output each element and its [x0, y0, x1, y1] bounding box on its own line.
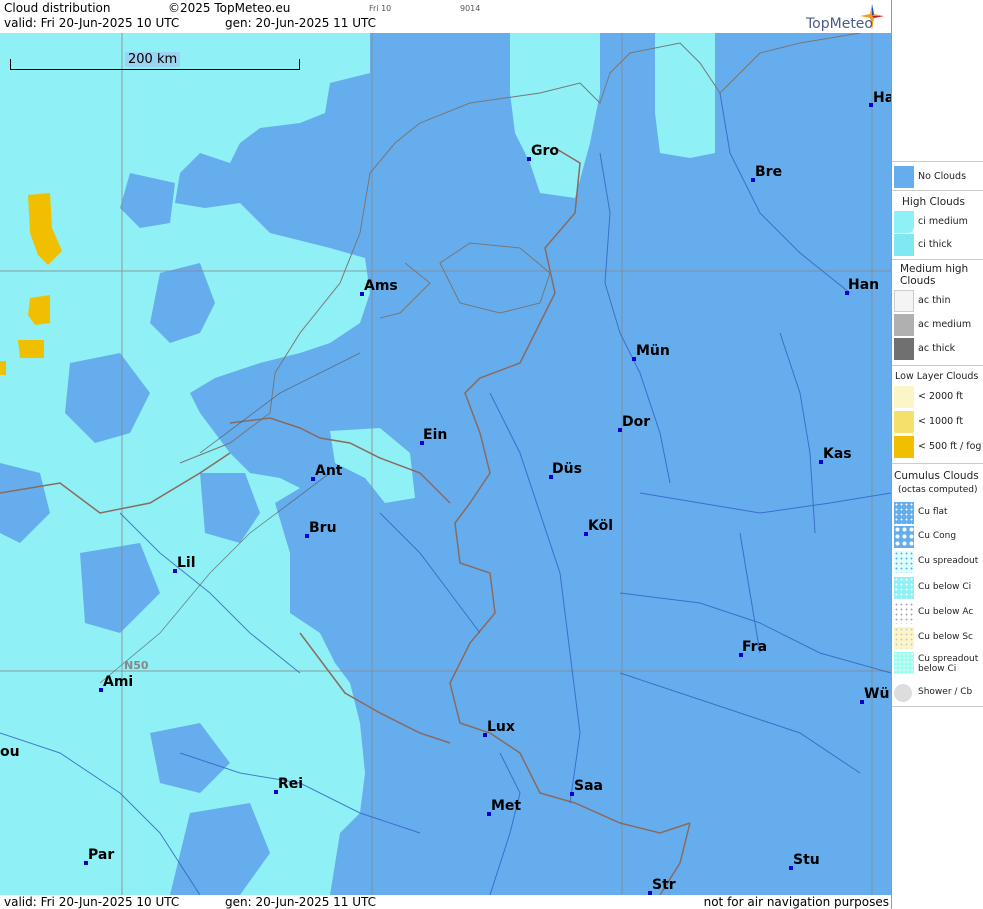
- legend-lt2000: < 2000 ft: [892, 386, 983, 408]
- legend-ci-medium: ci medium: [892, 211, 983, 233]
- city-label[interactable]: ou: [0, 744, 20, 760]
- logo-text: TopMeteo: [806, 16, 873, 32]
- city-label[interactable]: Köl: [588, 518, 613, 534]
- footer-valid: valid: Fri 20-Jun-2025 10 UTC: [4, 895, 180, 909]
- legend-ac-thin: ac thin: [892, 290, 983, 312]
- legend-header-high: High Clouds: [902, 196, 965, 208]
- legend-swatch: [894, 551, 914, 573]
- legend-swatch: [894, 436, 914, 458]
- city-label[interactable]: Saa: [574, 778, 603, 794]
- city-label[interactable]: Stu: [793, 852, 820, 868]
- city-label[interactable]: Ant: [315, 463, 343, 479]
- legend-swatch: [894, 411, 914, 433]
- legend-swatch: [894, 502, 914, 524]
- city-label[interactable]: Düs: [552, 461, 582, 477]
- city-label[interactable]: Dor: [622, 414, 650, 430]
- legend-header-cumulus: Cumulus Clouds: [894, 470, 979, 482]
- city-label[interactable]: Met: [491, 798, 521, 814]
- legend-swatch: [894, 526, 914, 548]
- topmeteo-logo: TopMeteo: [792, 2, 887, 32]
- city-label[interactable]: Wü: [864, 686, 889, 702]
- header-bar: Cloud distribution ©2025 TopMeteo.eu Fri…: [0, 0, 891, 33]
- cloud-layer: [0, 33, 891, 895]
- city-label[interactable]: Mün: [636, 343, 670, 359]
- city-label[interactable]: Fra: [742, 639, 767, 655]
- city-label[interactable]: Ha: [873, 90, 891, 106]
- legend-swatch: [894, 652, 914, 674]
- scale-label: 200 km: [125, 52, 181, 67]
- legend-swatch: [894, 386, 914, 408]
- cloud-map[interactable]: 200 km N50 Ha Gro Bre Ams Han Mün Dor Ei…: [0, 33, 891, 895]
- legend-swatch: [894, 290, 914, 312]
- footer-disclaimer: not for air navigation purposes: [703, 895, 889, 909]
- legend-swatch: [894, 602, 914, 624]
- legend-cu-below-ac: Cu below Ac: [892, 602, 983, 624]
- legend-swatch: [894, 338, 914, 360]
- generated-time: gen: 20-Jun-2025 11 UTC: [225, 16, 377, 30]
- legend-shower: Shower / Cb: [892, 682, 983, 704]
- city-label[interactable]: Kas: [823, 446, 852, 462]
- legend-octas: (octas computed): [898, 485, 978, 495]
- city-label[interactable]: Par: [88, 847, 114, 863]
- valid-time: valid: Fri 20-Jun-2025 10 UTC: [4, 16, 180, 30]
- legend-cu-spread-ci: Cu spreadout below Ci: [892, 652, 983, 674]
- map-title: Cloud distribution: [4, 1, 111, 15]
- legend-no-clouds: No Clouds: [892, 166, 983, 188]
- footer-generated: gen: 20-Jun-2025 11 UTC: [225, 895, 377, 909]
- legend-swatch: [894, 627, 914, 649]
- legend-lt1000: < 1000 ft: [892, 411, 983, 433]
- city-label[interactable]: Bru: [309, 520, 337, 536]
- legend-cu-below-ci: Cu below Ci: [892, 577, 983, 599]
- legend-ac-thick: ac thick: [892, 338, 983, 360]
- city-label[interactable]: Lux: [487, 719, 515, 735]
- city-label[interactable]: Ein: [423, 427, 447, 443]
- legend-cu-spread: Cu spreadout: [892, 551, 983, 573]
- copyright: ©2025 TopMeteo.eu: [168, 1, 291, 15]
- latitude-label: N50: [124, 659, 149, 672]
- city-label[interactable]: Gro: [531, 143, 559, 159]
- legend-header-medium: Medium high Clouds: [900, 263, 969, 287]
- city-label[interactable]: Str: [652, 877, 676, 893]
- city-label[interactable]: Han: [848, 277, 879, 293]
- legend-cu-cong: Cu Cong: [892, 526, 983, 548]
- legend-swatch: [894, 577, 914, 599]
- city-label[interactable]: Rei: [278, 776, 303, 792]
- legend-ac-medium: ac medium: [892, 314, 983, 336]
- city-label[interactable]: Bre: [755, 164, 782, 180]
- legend-cu-below-sc: Cu below Sc: [892, 627, 983, 649]
- legend-panel: No Clouds High Clouds ci medium ci thick…: [891, 0, 983, 909]
- legend-swatch: [894, 314, 914, 336]
- legend-swatch: [894, 234, 914, 256]
- legend-ci-thick: ci thick: [892, 234, 983, 256]
- legend-swatch: [894, 211, 914, 233]
- legend-swatch: [894, 684, 912, 702]
- city-label[interactable]: Ams: [364, 278, 398, 294]
- legend-cu-flat: Cu flat: [892, 502, 983, 524]
- footer-bar: valid: Fri 20-Jun-2025 10 UTC gen: 20-Ju…: [0, 895, 891, 909]
- header-small-day: Fri 10: [369, 4, 392, 13]
- city-label[interactable]: Lil: [177, 555, 196, 571]
- legend-swatch: [894, 166, 914, 188]
- legend-lt500: < 500 ft / fog: [892, 436, 983, 458]
- city-label[interactable]: Ami: [103, 674, 133, 690]
- legend-header-low: Low Layer Clouds: [895, 371, 979, 382]
- header-small-code: 9014: [460, 4, 481, 13]
